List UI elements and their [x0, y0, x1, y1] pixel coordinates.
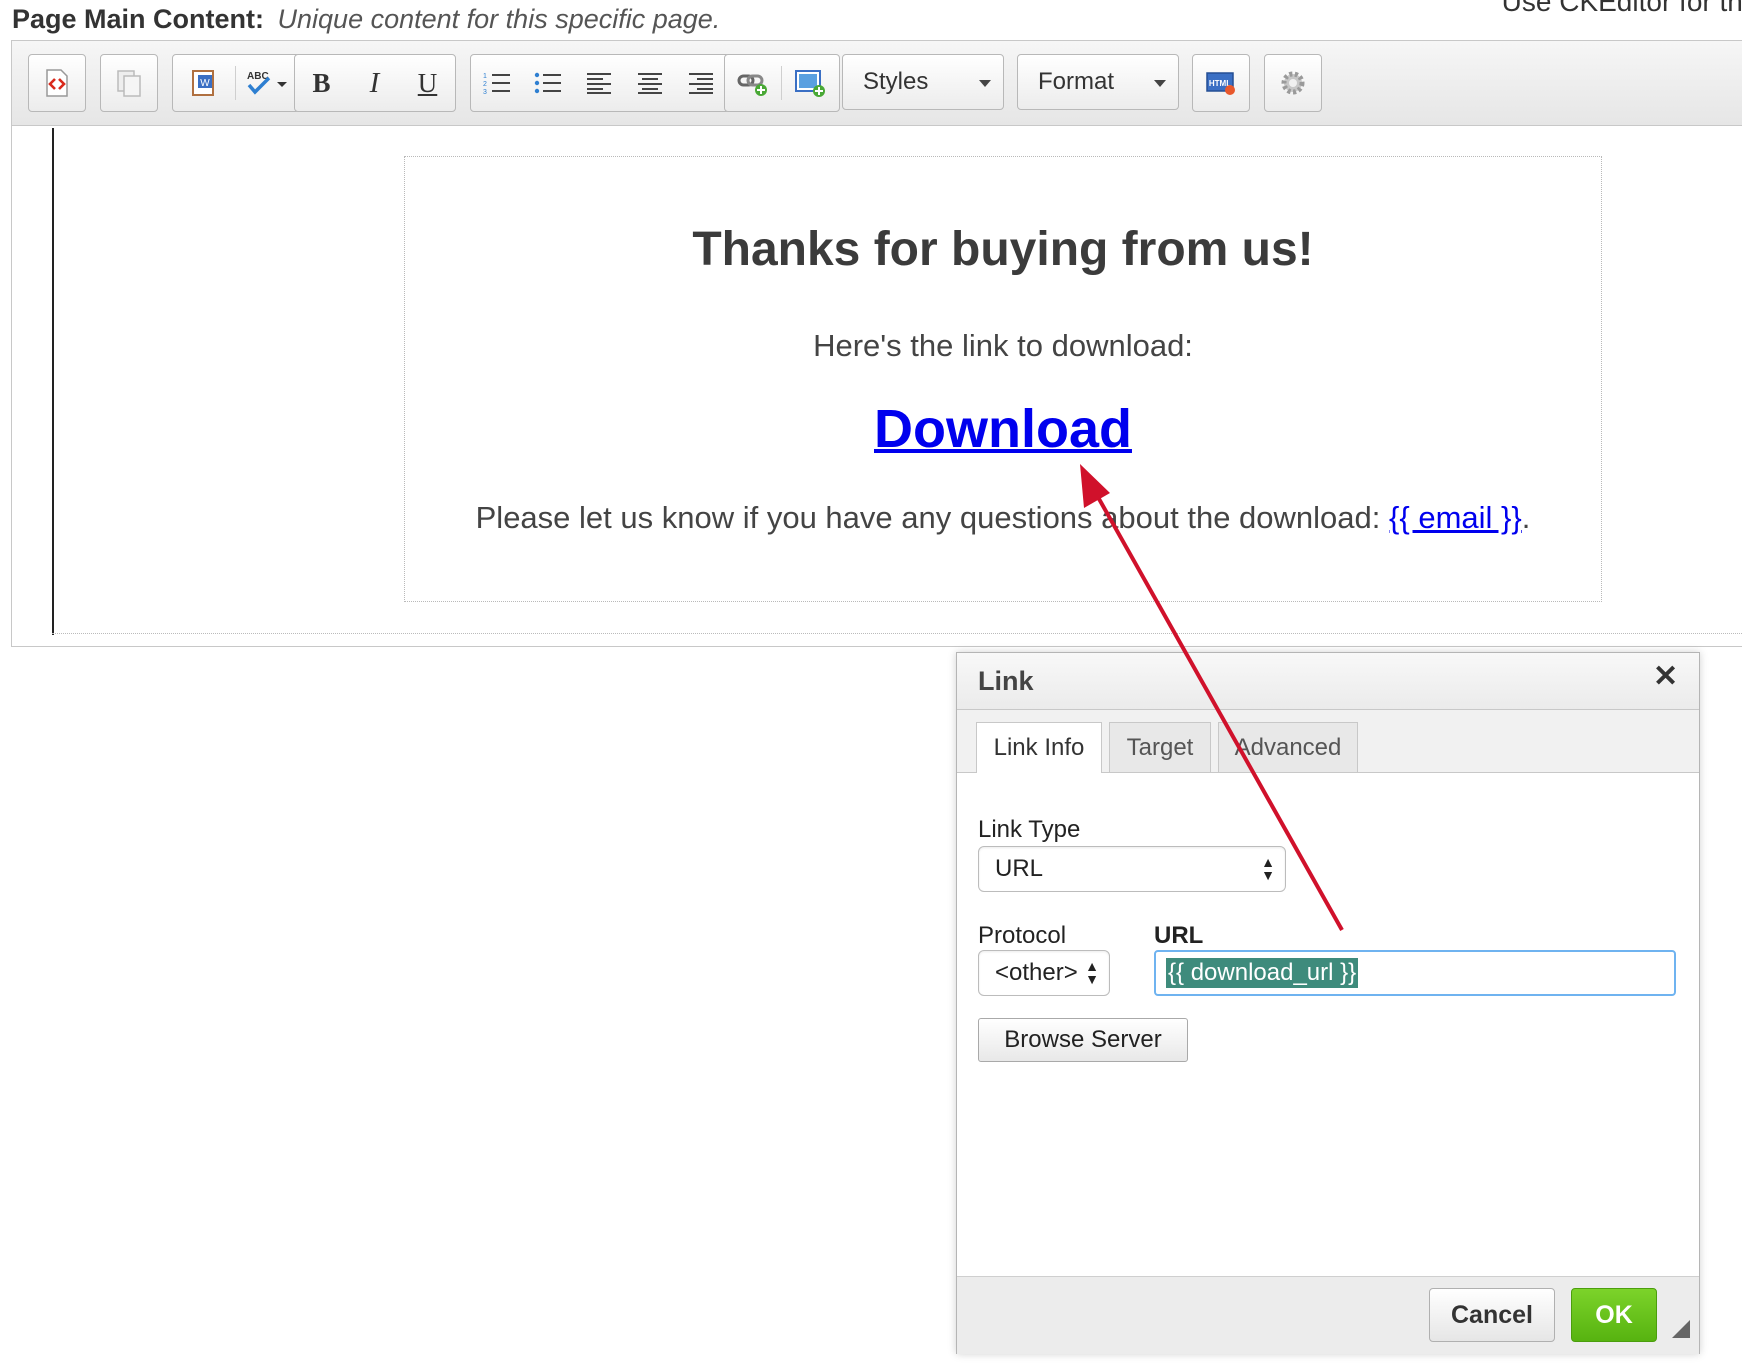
- italic-icon: I: [369, 66, 380, 99]
- ok-button[interactable]: OK: [1571, 1288, 1657, 1342]
- align-left-icon: [586, 73, 611, 94]
- bulleted-list-icon: [534, 72, 561, 94]
- note-suffix: .: [1521, 500, 1531, 535]
- url-label: URL: [1154, 922, 1204, 949]
- download-link-wrapper: Download: [404, 398, 1602, 460]
- bold-icon: B: [312, 67, 331, 98]
- align-right-icon: [688, 73, 713, 94]
- toolbar-group-insert: [724, 54, 840, 112]
- link-type-label: Link Type: [978, 816, 1081, 843]
- format-label: Format: [1038, 68, 1115, 95]
- styles-label: Styles: [863, 68, 929, 95]
- section-label: Page Main Content:: [12, 4, 265, 34]
- toolbar-group-source: [28, 54, 86, 112]
- content-note: Please let us know if you have any quest…: [404, 500, 1602, 536]
- resize-handle-icon[interactable]: [1672, 1320, 1690, 1338]
- paste-icon: [117, 70, 141, 97]
- svg-text:3: 3: [483, 89, 487, 96]
- toolbar-group-word-spell: W ABC: [172, 54, 300, 112]
- dialog-titlebar[interactable]: [957, 653, 1699, 710]
- italic-button[interactable]: I: [348, 55, 401, 111]
- numbered-list-button[interactable]: 1 2 3: [471, 55, 522, 111]
- tab-advanced[interactable]: Advanced: [1218, 722, 1358, 772]
- bulleted-list-button[interactable]: [522, 55, 573, 111]
- html-button[interactable]: HTML: [1193, 55, 1249, 111]
- content-subtitle: Here's the link to download:: [813, 328, 1193, 363]
- ckeditor-toggle-text[interactable]: Use CKEditor for this pa: [1502, 0, 1742, 18]
- toolbar-group-paragraph: 1 2 3: [470, 54, 730, 112]
- paste-from-word-button[interactable]: W: [173, 55, 235, 111]
- editor-toolbar: W ABC B I U 1 2 3 Styles Format HTML: [12, 41, 1742, 126]
- html-icon: HTML: [1206, 72, 1235, 95]
- dialog-title: Link: [978, 666, 1034, 696]
- align-right-button[interactable]: [675, 55, 726, 111]
- browse-server-button[interactable]: Browse Server: [978, 1018, 1188, 1062]
- select-arrows-icon: ▲ ▼: [1261, 854, 1275, 883]
- editor-left-border: [52, 128, 54, 635]
- settings-icon: [1281, 71, 1305, 95]
- svg-text:2: 2: [483, 81, 487, 88]
- content-title: Thanks for buying from us!: [692, 223, 1314, 276]
- source-icon: [46, 69, 68, 97]
- email-link[interactable]: {{ email }}: [1389, 500, 1522, 535]
- numbered-list-icon: 1 2 3: [483, 73, 510, 96]
- toolbar-group-settings: [1264, 54, 1322, 112]
- spellcheck-icon: ABC: [247, 71, 287, 95]
- image-icon: [795, 70, 825, 97]
- note-text: Please let us know if you have any quest…: [475, 500, 1390, 535]
- image-button[interactable]: [782, 55, 838, 111]
- download-link[interactable]: Download: [874, 399, 1132, 459]
- paste-from-word-icon: W: [192, 70, 214, 96]
- protocol-value: <other>: [995, 959, 1078, 986]
- protocol-select[interactable]: <other> ▲ ▼: [978, 950, 1110, 996]
- toolbar-group-html: HTML: [1192, 54, 1250, 112]
- svg-text:W: W: [200, 78, 210, 89]
- settings-button[interactable]: [1265, 55, 1321, 111]
- select-arrows-icon: ▲ ▼: [1085, 958, 1099, 987]
- tab-target[interactable]: Target: [1109, 722, 1211, 772]
- tab-link-info[interactable]: Link Info: [976, 722, 1102, 773]
- link-button[interactable]: [725, 55, 781, 111]
- link-type-value: URL: [995, 855, 1044, 882]
- link-type-select[interactable]: URL ▲ ▼: [978, 846, 1286, 892]
- editor-bottom-border: [52, 633, 1742, 634]
- format-dropdown[interactable]: Format: [1017, 54, 1179, 110]
- toolbar-group-paste: [100, 54, 158, 112]
- page-header: Page Main Content: Unique content for th…: [12, 4, 720, 35]
- chevron-down-icon: [1154, 80, 1166, 87]
- source-button[interactable]: [29, 55, 85, 111]
- link-icon: [737, 74, 767, 96]
- align-center-icon: [637, 73, 662, 94]
- underline-button[interactable]: U: [401, 55, 454, 111]
- section-description: Unique content for this specific page.: [277, 4, 721, 34]
- styles-dropdown[interactable]: Styles: [842, 54, 1004, 110]
- protocol-label: Protocol: [978, 922, 1067, 949]
- paste-button[interactable]: [101, 55, 157, 111]
- close-icon[interactable]: ✕: [1653, 662, 1678, 692]
- align-center-button[interactable]: [624, 55, 675, 111]
- bold-button[interactable]: B: [295, 55, 348, 111]
- url-input-value: {{ download_url }}: [1166, 958, 1359, 988]
- spellcheck-button[interactable]: ABC: [236, 55, 298, 111]
- underline-icon: U: [417, 67, 438, 98]
- chevron-down-icon: [979, 80, 991, 87]
- url-input[interactable]: {{ download_url }}: [1154, 950, 1676, 996]
- toolbar-group-basic-styles: B I U: [294, 54, 456, 112]
- cancel-button[interactable]: Cancel: [1429, 1288, 1555, 1342]
- svg-text:1: 1: [483, 73, 487, 80]
- align-left-button[interactable]: [573, 55, 624, 111]
